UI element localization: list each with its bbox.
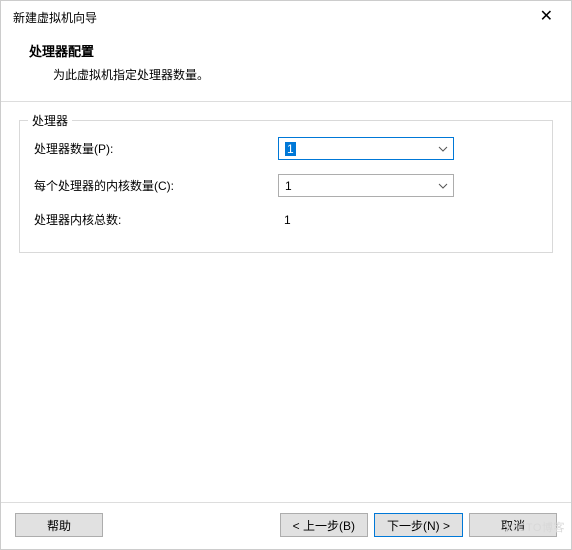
combo-processor-count[interactable]: 1 bbox=[278, 137, 454, 160]
combo-processor-count-value: 1 bbox=[285, 142, 296, 156]
next-button[interactable]: 下一步(N) > bbox=[374, 513, 463, 537]
content-area: 处理器 处理器数量(P): 1 每个处理器的内核数量(C): 1 bbox=[1, 102, 571, 253]
wizard-header: 处理器配置 为此虚拟机指定处理器数量。 bbox=[1, 31, 571, 101]
help-button[interactable]: 帮助 bbox=[15, 513, 103, 537]
titlebar: 新建虚拟机向导 ✕ bbox=[1, 1, 571, 31]
label-total-cores: 处理器内核总数: bbox=[34, 211, 278, 228]
row-cores-per-processor: 每个处理器的内核数量(C): 1 bbox=[34, 174, 538, 197]
combo-cores-per-processor-value: 1 bbox=[285, 179, 292, 193]
row-total-cores: 处理器内核总数: 1 bbox=[34, 211, 538, 228]
processor-groupbox: 处理器 处理器数量(P): 1 每个处理器的内核数量(C): 1 bbox=[19, 120, 553, 253]
wizard-footer: 帮助 < 上一步(B) 下一步(N) > 取消 bbox=[1, 502, 571, 549]
value-total-cores: 1 bbox=[278, 213, 291, 227]
row-processor-count: 处理器数量(P): 1 bbox=[34, 137, 538, 160]
label-cores-per-processor: 每个处理器的内核数量(C): bbox=[34, 177, 278, 194]
label-processor-count: 处理器数量(P): bbox=[34, 140, 278, 157]
combo-cores-per-processor[interactable]: 1 bbox=[278, 174, 454, 197]
group-legend: 处理器 bbox=[28, 112, 72, 129]
close-icon[interactable]: ✕ bbox=[534, 7, 559, 27]
page-subtitle: 为此虚拟机指定处理器数量。 bbox=[29, 66, 551, 83]
back-button[interactable]: < 上一步(B) bbox=[280, 513, 368, 537]
page-title: 处理器配置 bbox=[29, 41, 551, 60]
cancel-button[interactable]: 取消 bbox=[469, 513, 557, 537]
window-title: 新建虚拟机向导 bbox=[13, 9, 97, 26]
